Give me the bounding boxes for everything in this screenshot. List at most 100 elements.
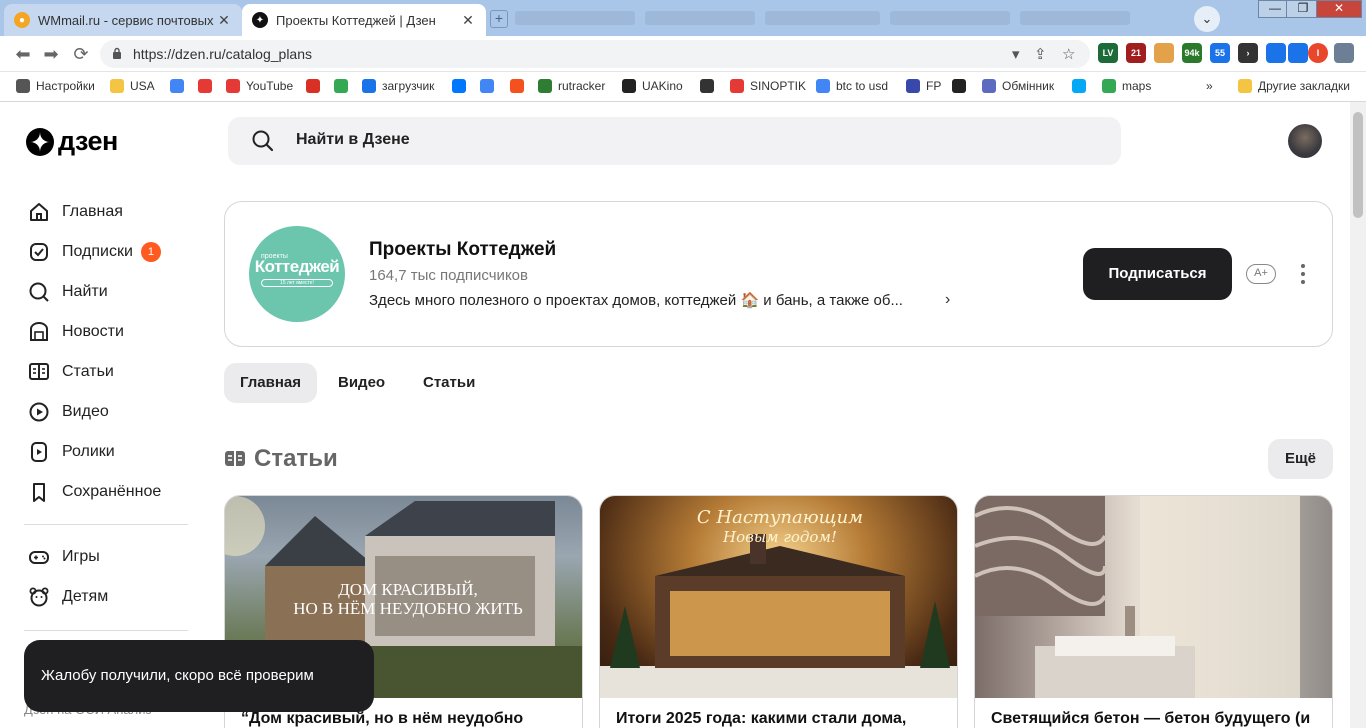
chevron-right-icon[interactable]: › — [945, 291, 950, 309]
channel-description[interactable]: Здесь много полезного о проектах домов, … — [369, 291, 903, 309]
star-icon[interactable]: ☆ — [1062, 45, 1075, 63]
bookmark-настройки[interactable]: Настройки — [16, 79, 95, 93]
background-tab[interactable] — [515, 11, 635, 25]
extension-icon[interactable]: › — [1238, 43, 1258, 63]
gmail-icon — [306, 79, 320, 93]
sidebar-item-games[interactable]: Игры — [24, 537, 188, 577]
bookmark-maps[interactable]: maps — [1102, 79, 1151, 93]
close-window-button[interactable]: ✕ — [1316, 0, 1362, 18]
google-icon — [170, 79, 184, 93]
close-tab-icon[interactable]: ✕ — [216, 12, 232, 29]
bookmark-usa[interactable]: USA — [110, 79, 155, 93]
video-icon — [29, 402, 49, 422]
more-options-icon[interactable] — [1298, 262, 1308, 286]
browser-tab-dzen[interactable]: ✦ Проекты Коттеджей | Дзен ✕ — [242, 4, 486, 36]
bookmark-btc-to-usd[interactable]: btc to usd — [816, 79, 888, 93]
bookmark-обмінник[interactable]: Обмінник — [982, 79, 1054, 93]
bookmark-label: UAKino — [642, 79, 683, 93]
bookmarks-overflow-button[interactable]: » — [1206, 79, 1213, 93]
extension-icon[interactable]: 21 — [1126, 43, 1146, 63]
sidebar-item-home[interactable]: Главная — [24, 192, 188, 232]
shorts-icon — [31, 442, 47, 462]
sidebar-item-articles[interactable]: Статьи — [24, 352, 188, 392]
channel-subscribers: 164,7 тыс подписчиков — [369, 267, 528, 284]
bookmark-bc[interactable] — [952, 79, 972, 93]
extension-icon[interactable]: 55 — [1210, 43, 1230, 63]
sidebar-item-kids[interactable]: Детям — [24, 577, 188, 617]
sidebar-item-subscriptions[interactable]: Подписки 1 — [24, 232, 188, 272]
background-tab[interactable] — [890, 11, 1010, 25]
bookmark-google[interactable] — [170, 79, 190, 93]
youtube-icon — [226, 79, 240, 93]
article-card[interactable]: Светящийся бетон — бетон будущего (и — [974, 495, 1333, 728]
bookmark-youtube[interactable]: YouTube — [226, 79, 293, 93]
sidebar-item-label: Детям — [62, 588, 109, 605]
bookmark-gmail[interactable] — [306, 79, 326, 93]
bookmark-chess[interactable] — [700, 79, 720, 93]
sidebar-item-label: Игры — [62, 548, 100, 565]
extension-icon[interactable] — [1266, 43, 1286, 63]
bookmark-fp[interactable]: FP — [906, 79, 941, 93]
extension-icon[interactable]: 94k — [1182, 43, 1202, 63]
new-tab-button[interactable]: + — [490, 10, 508, 28]
bookmark-f[interactable] — [510, 79, 530, 93]
forward-arrow-icon[interactable]: ➡ — [40, 43, 62, 65]
extension-icon[interactable]: I — [1308, 43, 1328, 63]
subscribe-button[interactable]: Подписаться — [1083, 248, 1232, 300]
background-tab[interactable] — [645, 11, 755, 25]
search-icon — [252, 130, 274, 152]
tab-main[interactable]: Главная — [224, 363, 318, 403]
subscriptions-icon — [30, 243, 48, 261]
user-avatar[interactable] — [1288, 124, 1322, 158]
close-tab-icon[interactable]: ✕ — [460, 12, 476, 29]
more-button[interactable]: Ещё — [1268, 439, 1333, 479]
bookmark-label: Настройки — [36, 79, 95, 93]
channel-logo[interactable]: проекты Коттеджей 15 лет вместе! — [249, 226, 345, 322]
scrollbar-thumb[interactable] — [1353, 112, 1363, 218]
address-bar[interactable]: https://dzen.ru/catalog_plans ▾ ⇪ ☆ — [100, 40, 1090, 68]
tab-search-chevron-icon[interactable]: ⌄ — [1194, 6, 1220, 32]
sidebar-item-saved[interactable]: Сохранённое — [24, 472, 188, 512]
tab-video[interactable]: Видео — [322, 363, 401, 403]
extension-icon[interactable] — [1154, 43, 1174, 63]
channel-name[interactable]: Проекты Коттеджей — [369, 239, 556, 261]
background-tab[interactable] — [765, 11, 880, 25]
bookmark-uakino[interactable]: UAKino — [622, 79, 683, 93]
bookmark-snowflake[interactable] — [1072, 79, 1092, 93]
back-arrow-icon[interactable]: ⬅ — [12, 43, 34, 65]
notification-badge: 1 — [140, 242, 161, 262]
extension-icon[interactable] — [1334, 43, 1354, 63]
bookmark-загрузчик[interactable]: загрузчик — [362, 79, 434, 93]
sidebar-item-search[interactable]: Найти — [24, 272, 188, 312]
page-scrollbar[interactable] — [1350, 102, 1366, 728]
browser-tab-wmmail[interactable]: ● WMmail.ru - сервис почтовых рас ✕ — [4, 4, 242, 36]
bookmark-vk[interactable] — [452, 79, 472, 93]
sidebar-item-shorts[interactable]: Ролики — [24, 432, 188, 472]
yandex-icon — [198, 79, 212, 93]
font-size-icon[interactable]: A+ — [1246, 264, 1276, 284]
rutracker-icon — [538, 79, 552, 93]
dropdown-arrow-icon[interactable]: ▾ — [1012, 45, 1020, 63]
sidebar-item-news[interactable]: Новости — [24, 312, 188, 352]
maximize-button[interactable]: ❐ — [1286, 0, 1320, 18]
bookmark-sinoptik[interactable]: SINOPTIK — [730, 79, 806, 93]
bookmark-rutracker[interactable]: rutracker — [538, 79, 605, 93]
bookmark-translate[interactable] — [480, 79, 500, 93]
other-bookmarks[interactable]: Другие закладки — [1238, 79, 1350, 93]
extension-icon[interactable]: LV — [1098, 43, 1118, 63]
tab-articles[interactable]: Статьи — [407, 363, 491, 403]
bookmark-yandex[interactable] — [198, 79, 218, 93]
sidebar-item-video[interactable]: Видео — [24, 392, 188, 432]
dzen-logo[interactable]: дзен — [26, 126, 118, 157]
sidebar-divider — [24, 524, 188, 525]
bookmarks-bar: Настройки USA YouTube загрузчик rutracker UAK… — [0, 72, 1366, 102]
background-tab[interactable] — [1020, 11, 1130, 25]
bookmark-drive[interactable] — [334, 79, 354, 93]
share-icon[interactable]: ⇪ — [1034, 45, 1047, 63]
reload-icon[interactable]: ⟳ — [70, 43, 92, 65]
extension-icon[interactable] — [1288, 43, 1308, 63]
sidebar-item-label: Статьи — [62, 363, 114, 380]
search-input[interactable]: Найти в Дзене — [228, 117, 1121, 165]
bookmark-label: maps — [1122, 79, 1152, 93]
article-card[interactable]: С Наступающим Новым годом! Итоги 2025 го… — [599, 495, 958, 728]
